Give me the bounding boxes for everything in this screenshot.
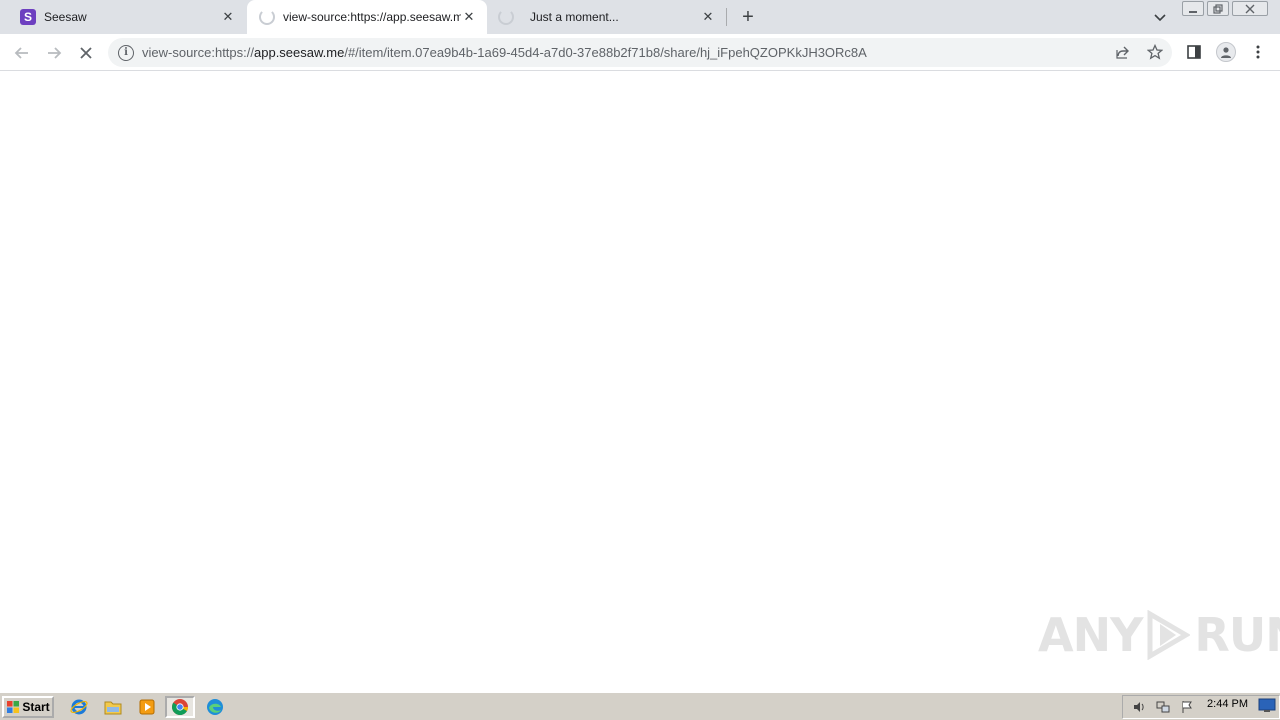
restore-button[interactable] (1207, 1, 1229, 16)
person-icon (1221, 47, 1231, 58)
close-window-button[interactable] (1232, 1, 1268, 16)
edge-icon (207, 699, 223, 715)
watermark-left-text: ANY (1038, 608, 1143, 662)
tab-close-icon[interactable]: ✕ (700, 9, 716, 25)
windows-logo-icon (7, 701, 20, 713)
internet-explorer-icon (70, 699, 88, 715)
url-path: /#/item/item.07ea9b4b-1a69-45d4-a7d0-37e… (344, 45, 867, 60)
show-desktop-icon[interactable] (1258, 697, 1276, 713)
bookmark-star-icon[interactable] (1146, 43, 1164, 61)
address-bar-actions (1114, 43, 1164, 61)
system-tray (1122, 695, 1280, 719)
tab-close-icon[interactable]: ✕ (220, 9, 236, 25)
media-player-icon (139, 699, 155, 715)
seesaw-logo-icon: S (20, 9, 36, 25)
chevron-down-icon[interactable] (1152, 9, 1168, 25)
edge-taskbar-button[interactable] (204, 697, 226, 717)
new-tab-button[interactable]: + (738, 6, 758, 28)
internet-explorer-taskbar-button[interactable] (68, 697, 90, 717)
profile-button[interactable] (1216, 42, 1236, 62)
action-center-flag-icon[interactable] (1179, 699, 1195, 715)
start-button[interactable]: Start (2, 696, 54, 718)
loading-spinner-icon (498, 9, 514, 25)
minimize-icon (1189, 10, 1197, 13)
file-explorer-taskbar-button[interactable] (102, 697, 124, 717)
url-host: app.seesaw.me (254, 45, 345, 60)
url-prefix: view-source:https:// (142, 45, 254, 60)
minimize-button[interactable] (1182, 1, 1204, 16)
watermark-right-text: RUN (1194, 608, 1280, 662)
tab-separator (726, 8, 727, 26)
address-bar[interactable]: i view-source:https://app.seesaw.me/#/it… (108, 38, 1172, 67)
taskbar-clock[interactable]: 2:44 PM (1207, 698, 1248, 710)
restore-icon (1213, 3, 1223, 14)
side-panel-icon (1187, 45, 1201, 59)
media-player-taskbar-button[interactable] (136, 697, 158, 717)
start-label: Start (22, 700, 50, 714)
play-logo-icon (1147, 610, 1191, 660)
close-icon (1245, 4, 1255, 13)
menu-button[interactable] (1248, 42, 1268, 62)
arrow-left-icon (14, 47, 28, 59)
kebab-menu-icon (1256, 45, 1260, 59)
folder-icon (104, 701, 122, 715)
taskbar: Start 2:44 PM (0, 692, 1280, 720)
tab-just-a-moment[interactable]: Just a moment... ✕ (488, 0, 726, 34)
loading-spinner-icon (259, 9, 275, 25)
stop-loading-button[interactable] (75, 42, 97, 64)
tab-title: view-source:https://app.seesaw.me (283, 10, 461, 24)
back-button[interactable] (11, 42, 33, 64)
share-icon[interactable] (1114, 43, 1132, 61)
tab-title: Just a moment... (530, 10, 619, 24)
forward-button[interactable] (43, 42, 65, 64)
tab-strip: S Seesaw ✕ view-source:https://app.seesa… (0, 0, 1280, 34)
chrome-taskbar-button[interactable] (165, 696, 195, 718)
avatar (1216, 42, 1236, 62)
tab-close-icon[interactable]: ✕ (461, 9, 477, 25)
tab-view-source[interactable]: view-source:https://app.seesaw.me ✕ (247, 0, 487, 34)
network-icon[interactable] (1155, 699, 1171, 715)
chrome-icon (171, 699, 189, 716)
tab-title: Seesaw (44, 10, 87, 24)
site-info-icon[interactable]: i (118, 44, 134, 61)
browser-toolbar: i view-source:https://app.seesaw.me/#/it… (0, 34, 1280, 71)
tab-seesaw[interactable]: S Seesaw ✕ (0, 0, 246, 34)
page-content (0, 72, 1280, 692)
anyrun-watermark: ANY RUN (1038, 608, 1280, 662)
window-controls (1182, 1, 1268, 16)
speaker-icon[interactable] (1131, 699, 1147, 715)
url-text: view-source:https://app.seesaw.me/#/item… (142, 45, 867, 60)
stop-icon (80, 47, 92, 59)
side-panel-button[interactable] (1184, 42, 1204, 62)
arrow-right-icon (48, 47, 62, 59)
